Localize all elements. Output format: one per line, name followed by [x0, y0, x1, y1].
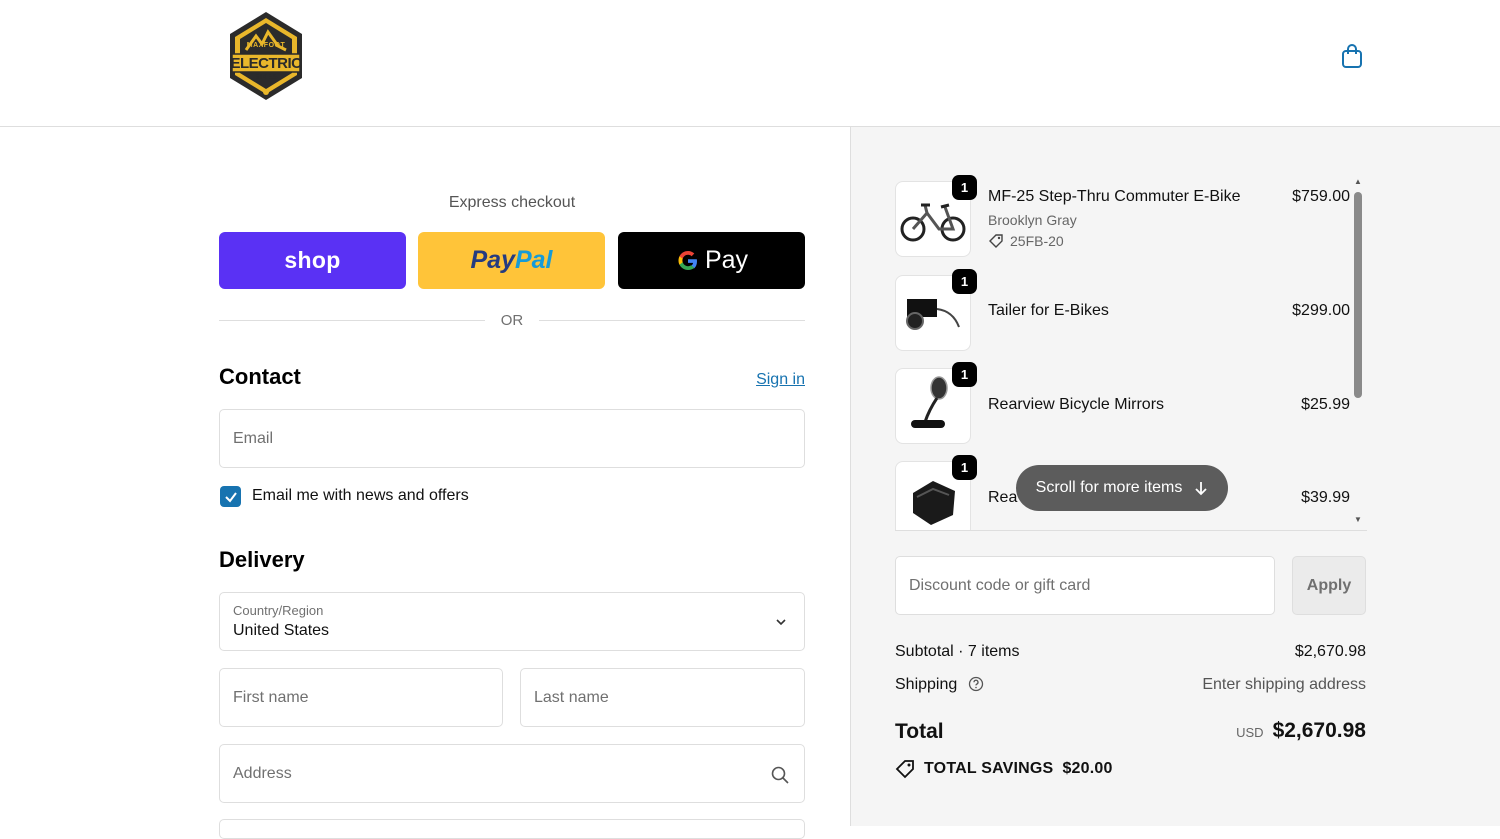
google-pay-button[interactable]: Pay	[618, 232, 805, 289]
subtotal-label: Subtotal · 7 items	[895, 643, 1020, 660]
logo-word-bottom: BIKES	[254, 74, 278, 81]
quantity-badge: 1	[952, 455, 977, 480]
item-price: $759.00	[1292, 188, 1350, 205]
savings-tag-icon	[895, 760, 914, 779]
chevron-down-icon	[776, 619, 786, 626]
savings-label: TOTAL SAVINGS	[924, 760, 1054, 777]
scroll-down-arrow-icon[interactable]: ▼	[1352, 515, 1364, 525]
quantity-badge: 1	[952, 269, 977, 294]
item-discount: 25FB-20	[988, 233, 1064, 249]
paypal-label-pal: Pal	[514, 246, 553, 274]
item-discount-code: 25FB-20	[1010, 233, 1064, 249]
paypal-button[interactable]: Pay Pal	[418, 232, 605, 289]
sign-in-link[interactable]: Sign in	[740, 371, 805, 389]
logo-word-top: MAXFOOT	[246, 42, 286, 49]
google-pay-label: Pay	[704, 246, 749, 274]
last-name-input[interactable]	[521, 669, 804, 726]
express-checkout-label: Express checkout	[448, 194, 576, 211]
first-name-field[interactable]	[219, 668, 503, 727]
items-scrollbar-thumb[interactable]	[1354, 192, 1362, 398]
delivery-heading: Delivery	[219, 547, 305, 572]
cart-item: 1 Tailer for E-Bikes $299.00	[895, 269, 1350, 351]
shipping-value: Enter shipping address	[1202, 676, 1366, 693]
item-name: Rearview Bicycle Mirrors	[988, 396, 1165, 413]
scroll-hint-label: Scroll for more items	[1035, 479, 1183, 496]
address-field[interactable]	[219, 744, 805, 803]
bag-image-icon	[913, 481, 955, 525]
cart-item: 1 MF-25 Step-Thru Commuter E-Bike Brookl…	[895, 175, 1350, 257]
total-currency: USD	[1236, 725, 1264, 740]
contact-heading: Contact	[219, 364, 301, 389]
item-name: MF-25 Step-Thru Commuter E-Bike	[988, 188, 1241, 205]
or-divider: OR	[219, 310, 805, 330]
cart-item: 1 Rearview Bicycle Mirrors $25.99	[895, 362, 1350, 444]
shop-pay-label: shop	[284, 247, 341, 273]
item-price: $299.00	[1292, 302, 1350, 319]
item-price: $39.99	[1301, 489, 1350, 506]
country-value: United States	[233, 622, 330, 639]
total-value: $2,670.98	[1272, 719, 1366, 742]
shipping-row: Shipping	[895, 676, 984, 694]
item-variant: Brooklyn Gray	[988, 212, 1077, 228]
scroll-up-arrow-icon[interactable]: ▲	[1352, 177, 1364, 187]
shopping-bag-icon[interactable]	[1338, 42, 1366, 70]
arrow-down-icon	[1195, 482, 1207, 496]
address-input[interactable]	[220, 745, 804, 802]
last-name-field[interactable]	[520, 668, 805, 727]
paypal-label-pay: Pay	[470, 246, 515, 274]
checkmark-icon	[224, 491, 237, 503]
country-select[interactable]: Country/Region United States	[219, 592, 805, 651]
shipping-label: Shipping	[895, 676, 958, 693]
first-name-input[interactable]	[220, 669, 502, 726]
total-savings-row: TOTAL SAVINGS $20.00	[895, 759, 1113, 779]
shop-pay-button[interactable]: shop	[219, 232, 406, 289]
discount-field[interactable]	[895, 556, 1275, 615]
item-name: Tailer for E-Bikes	[988, 302, 1109, 319]
apply-discount-button[interactable]: Apply	[1292, 556, 1366, 615]
quantity-badge: 1	[952, 362, 977, 387]
or-label: OR	[500, 312, 524, 329]
item-price: $25.99	[1301, 396, 1350, 413]
total-amount: USD $2,670.98	[1236, 719, 1366, 743]
checkout-header: MAXFOOT ELECTRIC BIKES	[0, 0, 1500, 127]
newsletter-checkbox[interactable]	[220, 486, 241, 507]
search-icon	[771, 766, 789, 784]
subtotal-value: $2,670.98	[1294, 643, 1366, 660]
apartment-field[interactable]	[219, 819, 805, 839]
item-name: Rea	[988, 489, 1018, 506]
scroll-for-more-button[interactable]: Scroll for more items	[1016, 465, 1228, 511]
google-g-icon	[678, 250, 697, 270]
ebike-image-icon	[900, 203, 966, 242]
tag-icon	[989, 234, 1003, 248]
logo-word-main: ELECTRIC	[230, 55, 303, 72]
discount-input[interactable]	[896, 557, 1274, 614]
help-circle-icon[interactable]	[968, 676, 984, 692]
country-label: Country/Region	[233, 603, 324, 618]
quantity-badge: 1	[952, 175, 977, 200]
email-input[interactable]	[220, 410, 804, 467]
newsletter-label: Email me with news and offers	[252, 487, 469, 504]
trailer-image-icon	[906, 299, 960, 330]
savings-value: $20.00	[1062, 760, 1113, 777]
email-field[interactable]	[219, 409, 805, 468]
total-label: Total	[895, 720, 944, 743]
